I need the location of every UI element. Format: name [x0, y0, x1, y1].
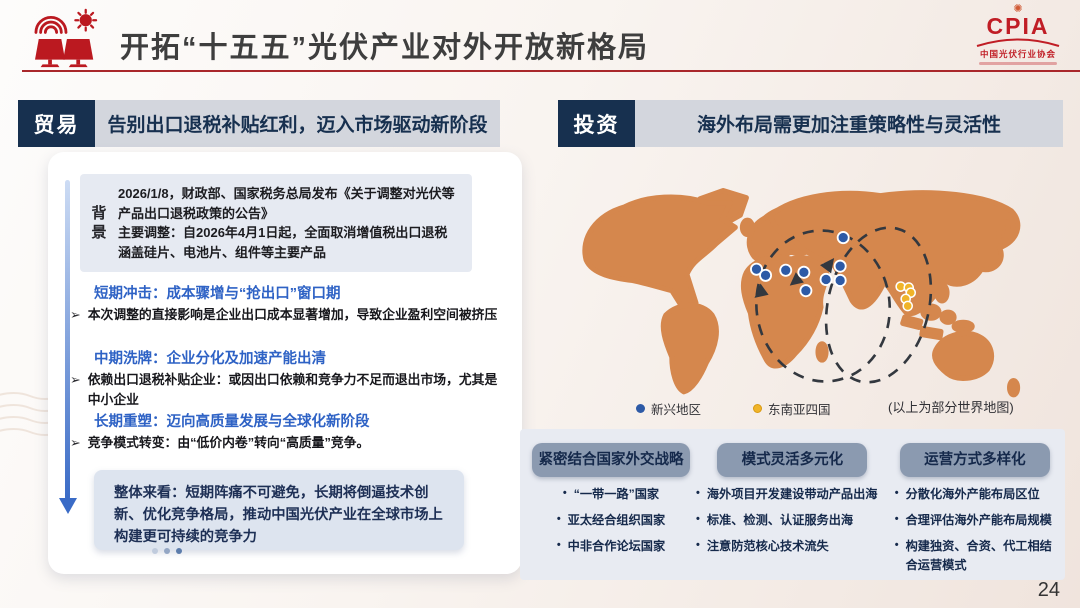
strategy-title: 紧密结合国家外交战略 [532, 443, 690, 477]
yellow-dot-icon [753, 404, 762, 413]
sun-icon [75, 10, 96, 31]
list-item: •构建独资、合资、代工相结合运营模式 [895, 537, 1055, 575]
blue-marker [821, 274, 832, 285]
dot-bullet-icon: • [895, 485, 899, 504]
invest-header-row: 投资 海外布局需更加注重策略性与灵活性 [558, 100, 1063, 147]
logo-arc-icon [975, 38, 1061, 47]
legend-emerging: 新兴地区 [636, 399, 701, 418]
blue-marker [760, 270, 771, 281]
invest-headline: 海外布局需更加注重策略性与灵活性 [635, 100, 1063, 147]
section-heading-short-term: 短期冲击：成本骤增与“抢出口”窗口期 [94, 282, 341, 303]
section-bullet: ➢ 依赖出口退税补贴企业：或因出口依赖和竞争力不足而退出市场，尤其是中小企业 [70, 370, 510, 411]
background-line1: 2026/1/8，财政部、国家税务总局发布《关于调整对光伏等产品出口退税政策的公… [118, 184, 463, 223]
dot-bullet-icon: • [895, 511, 899, 530]
legend-sea: 东南亚四国 [753, 399, 831, 418]
list-item: •亚太经合组织国家 [532, 511, 690, 530]
strategy-column: 运营方式多样化 •分散化海外产能布局区位 •合理评估海外产能布局规模 •构建独资… [895, 443, 1055, 580]
background-line2: 主要调整：自2026年4月1日起，全面取消增值税出口退税 涵盖硅片、电池片、组件… [118, 223, 463, 262]
dot-bullet-icon: • [563, 485, 567, 504]
strategy-column: 紧密结合国家外交战略 •“一带一路”国家 •亚太经合组织国家 •中非合作论坛国家 [532, 443, 690, 580]
list-item: •注意防范核心技术流失 [696, 537, 889, 556]
yellow-marker [903, 301, 912, 310]
section-heading-long-term: 长期重塑：迈向高质量发展与全球化新阶段 [94, 410, 370, 431]
solar-panel-logo-icon [24, 8, 108, 70]
list-item: •“一带一路”国家 [532, 485, 690, 504]
invest-badge: 投资 [558, 100, 635, 147]
list-item: •中非合作论坛国家 [532, 537, 690, 556]
cpia-logo: ✺ CPIA 中国光伏行业协会 [970, 4, 1066, 65]
list-item: •分散化海外产能布局区位 [895, 485, 1055, 504]
dot-bullet-icon: • [696, 485, 700, 504]
strategy-title: 运营方式多样化 [900, 443, 1050, 477]
dot-bullet-icon: • [696, 511, 700, 530]
page-title: 开拓“十五五”光伏产业对外开放新格局 [120, 24, 649, 66]
summary-dots [152, 548, 182, 554]
blue-marker [800, 285, 811, 296]
logo-subtext-bar [979, 62, 1057, 65]
blue-marker [838, 232, 849, 243]
background-box: 背 景 2026/1/8，财政部、国家税务总局发布《关于调整对光伏等产品出口退税… [80, 174, 472, 272]
list-item: •合理评估海外产能布局规模 [895, 511, 1055, 530]
section-bullet: ➢ 竞争模式转变：由“低价内卷”转向“高质量”竞争。 [70, 433, 510, 453]
arrow-bullet-icon: ➢ [70, 305, 81, 325]
strategies-panel: 紧密结合国家外交战略 •“一带一路”国家 •亚太经合组织国家 •中非合作论坛国家… [520, 429, 1065, 580]
blue-marker [835, 275, 846, 286]
background-label: 背 景 [80, 204, 118, 242]
trade-headline: 告别出口退税补贴红利，迈入市场驱动新阶段 [95, 100, 500, 147]
strategy-title: 模式灵活多元化 [717, 443, 867, 477]
list-item: •海外项目开发建设带动产品出海 [696, 485, 889, 504]
blue-marker [835, 261, 846, 272]
dot-bullet-icon: • [696, 537, 700, 556]
logo-acronym: CPIA [970, 14, 1066, 38]
dot-bullet-icon: • [557, 537, 561, 556]
arrow-bullet-icon: ➢ [70, 433, 81, 453]
timeline-arrow-head-icon [59, 498, 77, 514]
list-item: •标准、检测、认证服务出海 [696, 511, 889, 530]
dot-bullet-icon: • [557, 511, 561, 530]
blue-dot-icon [636, 404, 645, 413]
strategy-column: 模式灵活多元化 •海外项目开发建设带动产品出海 •标准、检测、认证服务出海 •注… [696, 443, 889, 580]
world-map [572, 162, 1066, 402]
blue-marker [798, 267, 809, 278]
logo-org-name: 中国光伏行业协会 [970, 48, 1066, 60]
trade-badge: 贸易 [18, 100, 95, 147]
trade-content-card: 背 景 2026/1/8，财政部、国家税务总局发布《关于调整对光伏等产品出口退税… [48, 152, 522, 574]
section-heading-mid-term: 中期洗牌：企业分化及加速产能出清 [94, 347, 326, 368]
trade-header-row: 贸易 告别出口退税补贴红利，迈入市场驱动新阶段 [18, 100, 500, 147]
page-number: 24 [1038, 579, 1060, 602]
title-underline [22, 70, 1080, 72]
section-bullet: ➢ 本次调整的直接影响是企业出口成本显著增加，导致企业盈利空间被挤压 [70, 305, 510, 325]
signal-arcs-icon [36, 17, 66, 32]
blue-marker [780, 265, 791, 276]
slide: 开拓“十五五”光伏产业对外开放新格局 ✺ CPIA 中国光伏行业协会 贸易 告别… [0, 0, 1080, 608]
summary-box: 整体来看：短期阵痛不可避免，长期将倒逼技术创新、优化竞争格局，推动中国光伏产业在… [94, 470, 464, 550]
background-text: 2026/1/8，财政部、国家税务总局发布《关于调整对光伏等产品出口退税政策的公… [118, 184, 463, 262]
map-caption: (以上为部分世界地图) [888, 397, 1014, 416]
arrow-bullet-icon: ➢ [70, 370, 81, 411]
panels-icon [35, 39, 93, 67]
dot-bullet-icon: • [895, 537, 899, 575]
